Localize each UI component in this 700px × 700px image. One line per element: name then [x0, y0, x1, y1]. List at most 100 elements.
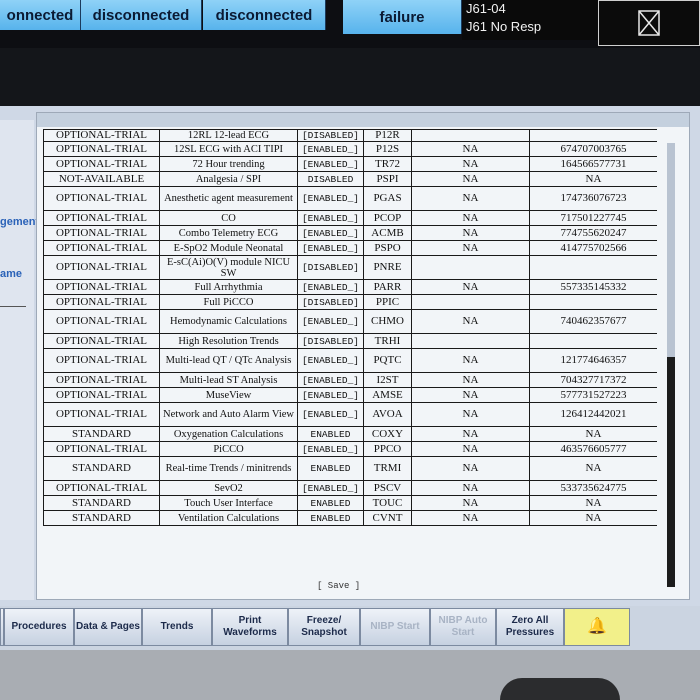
table-row[interactable]: OPTIONAL-TRIAL E-sC(Ai)O(V) module NICU S… [43, 255, 657, 280]
cell-feature-name: MuseView [159, 387, 298, 403]
table-row[interactable]: OPTIONAL-TRIAL E-SpO2 Module Neonatal [ENA… [43, 240, 657, 256]
softkey-4[interactable]: Print Waveforms [212, 608, 288, 646]
status-button-2[interactable]: disconnected [81, 0, 202, 30]
table-row[interactable]: OPTIONAL-TRIAL Full PiCCO [DISABLED] PPIC [43, 294, 657, 310]
table-row[interactable]: STANDARD Oxygenation Calculations ENABLED C… [43, 426, 657, 442]
alarm-line-1: J61-04 [466, 1, 506, 16]
cell-license-type: OPTIONAL-TRIAL [43, 348, 160, 373]
cell-key [529, 255, 657, 280]
softkey-6[interactable]: NIBP Start [360, 608, 430, 646]
cell-status[interactable]: [ENABLED_] [297, 480, 364, 496]
softkey-label: Trends [160, 621, 194, 632]
table-row[interactable]: OPTIONAL-TRIAL Combo Telemetry ECG [ENABLE… [43, 225, 657, 241]
cell-status[interactable]: [ENABLED_] [297, 372, 364, 388]
cell-status[interactable]: ENABLED [297, 456, 364, 481]
softkey-3[interactable]: Trends [142, 608, 212, 646]
table-row[interactable]: OPTIONAL-TRIAL Full Arrhythmia [ENABLED_] P… [43, 279, 657, 295]
cell-status[interactable]: [DISABLED] [297, 129, 364, 142]
audio-paused-button[interactable] [598, 0, 700, 46]
cell-key: 463576605777 [529, 441, 657, 457]
cell-status[interactable]: [ENABLED_] [297, 225, 364, 241]
cell-status[interactable]: ENABLED [297, 495, 364, 511]
table-row[interactable]: STANDARD Real-time Trends / minitrends ENA… [43, 456, 657, 481]
cell-expiry: NA [411, 441, 530, 457]
cell-key: 121774646357 [529, 348, 657, 373]
table-row[interactable]: OPTIONAL-TRIAL Multi-lead QT / QTc Analys… [43, 348, 657, 373]
software-options-window: OPTIONAL-TRIAL 12RL 12-lead ECG [DISABLED]… [36, 112, 690, 600]
cell-status[interactable]: [DISABLED] [297, 255, 364, 280]
status-button-3[interactable]: disconnected [203, 0, 326, 30]
status-button-1[interactable]: onnected [0, 0, 81, 30]
table-row[interactable]: OPTIONAL-TRIAL CO [ENABLED_] PCOP NA 71750122… [43, 210, 657, 226]
alarm-setup-softkey[interactable]: 🔔 [564, 608, 630, 646]
softkey-1[interactable]: Procedures [4, 608, 74, 646]
softkey-8[interactable]: Zero All Pressures [496, 608, 564, 646]
table-row[interactable]: OPTIONAL-TRIAL Anesthetic agent measureme… [43, 186, 657, 211]
cell-status[interactable]: [ENABLED_] [297, 348, 364, 373]
cell-key [529, 294, 657, 310]
table-row[interactable]: OPTIONAL-TRIAL 12SL ECG with ACI TIPI [ENA… [43, 141, 657, 157]
cell-status[interactable]: [ENABLED_] [297, 186, 364, 211]
softkey-5[interactable]: Freeze/ Snapshot [288, 608, 360, 646]
cell-status[interactable]: [ENABLED_] [297, 240, 364, 256]
cell-status[interactable]: ENABLED [297, 426, 364, 442]
table-row[interactable]: OPTIONAL-TRIAL Network and Auto Alarm Vie… [43, 402, 657, 427]
table-row[interactable]: OPTIONAL-TRIAL SevO2 [ENABLED_] PSCV NA 53373… [43, 480, 657, 496]
cell-status[interactable]: [ENABLED_] [297, 156, 364, 172]
bezel-knob [500, 678, 620, 700]
table-row[interactable]: OPTIONAL-TRIAL Multi-lead ST Analysis [ENA… [43, 372, 657, 388]
cell-status[interactable]: [ENABLED_] [297, 210, 364, 226]
status-button-failure[interactable]: failure [343, 0, 462, 34]
save-button[interactable]: [ Save ] [317, 581, 360, 591]
cell-feature-name: Ventilation Calculations [159, 510, 298, 526]
cell-feature-name: Anesthetic agent measurement [159, 186, 298, 211]
table-row[interactable]: OPTIONAL-TRIAL Hemodynamic Calculations [E… [43, 309, 657, 334]
table-row[interactable]: STANDARD Touch User Interface ENABLED TOUC N… [43, 495, 657, 511]
softkey-7[interactable]: NIBP Auto Start [430, 608, 496, 646]
cell-status[interactable]: DISABLED [297, 171, 364, 187]
cell-code: PSCV [363, 480, 412, 496]
cell-expiry: NA [411, 186, 530, 211]
cell-expiry: NA [411, 309, 530, 334]
cell-status[interactable]: [ENABLED_] [297, 309, 364, 334]
side-menu-item-1[interactable]: gement [0, 216, 39, 228]
cell-expiry: NA [411, 171, 530, 187]
cell-status[interactable]: [ENABLED_] [297, 402, 364, 427]
cell-status[interactable]: ENABLED [297, 510, 364, 526]
cell-license-type: STANDARD [43, 456, 160, 481]
cell-status[interactable]: [ENABLED_] [297, 387, 364, 403]
cell-expiry [411, 255, 530, 280]
table-row[interactable]: OPTIONAL-TRIAL PiCCO [ENABLED_] PPCO NA 46357… [43, 441, 657, 457]
table-row[interactable]: OPTIONAL-TRIAL 72 Hour trending [ENABLED_]… [43, 156, 657, 172]
side-menu-item-2[interactable]: ame [0, 268, 22, 280]
cell-key: NA [529, 456, 657, 481]
cell-status[interactable]: [ENABLED_] [297, 441, 364, 457]
softkey-2[interactable]: Data & Pages [74, 608, 142, 646]
table-row-partial[interactable]: OPTIONAL-TRIAL 12RL 12-lead ECG [DISABLED]… [43, 129, 657, 142]
table-row[interactable]: NOT-AVAILABLE Analgesia / SPI DISABLED PSPI… [43, 171, 657, 187]
software-options-table: OPTIONAL-TRIAL 12RL 12-lead ECG [DISABLED]… [43, 129, 657, 526]
cell-feature-name: 72 Hour trending [159, 156, 298, 172]
cell-status[interactable]: [DISABLED] [297, 333, 364, 349]
cell-expiry: NA [411, 510, 530, 526]
window-title-strip [37, 113, 689, 127]
cell-code: CVNT [363, 510, 412, 526]
cell-code: PQTC [363, 348, 412, 373]
cell-code: TOUC [363, 495, 412, 511]
side-menu-panel: gement ame [0, 120, 39, 600]
side-divider [0, 306, 26, 307]
cell-feature-name: Full PiCCO [159, 294, 298, 310]
alarm-message-box[interactable]: J61-04 J61 No Resp [462, 0, 598, 40]
table-row[interactable]: OPTIONAL-TRIAL MuseView [ENABLED_] AMSE NA 57… [43, 387, 657, 403]
cell-feature-name: Touch User Interface [159, 495, 298, 511]
cell-status[interactable]: [ENABLED_] [297, 279, 364, 295]
cell-key: NA [529, 426, 657, 442]
table-row[interactable]: STANDARD Ventilation Calculations ENABLED C… [43, 510, 657, 526]
table-row[interactable]: OPTIONAL-TRIAL High Resolution Trends [DIS… [43, 333, 657, 349]
cell-status[interactable]: [DISABLED] [297, 294, 364, 310]
cell-status[interactable]: [ENABLED_] [297, 141, 364, 157]
cell-license-type: OPTIONAL-TRIAL [43, 129, 160, 142]
cell-code: PPIC [363, 294, 412, 310]
scrollbar-thumb[interactable] [667, 357, 675, 587]
scrollbar-track[interactable] [667, 143, 675, 357]
